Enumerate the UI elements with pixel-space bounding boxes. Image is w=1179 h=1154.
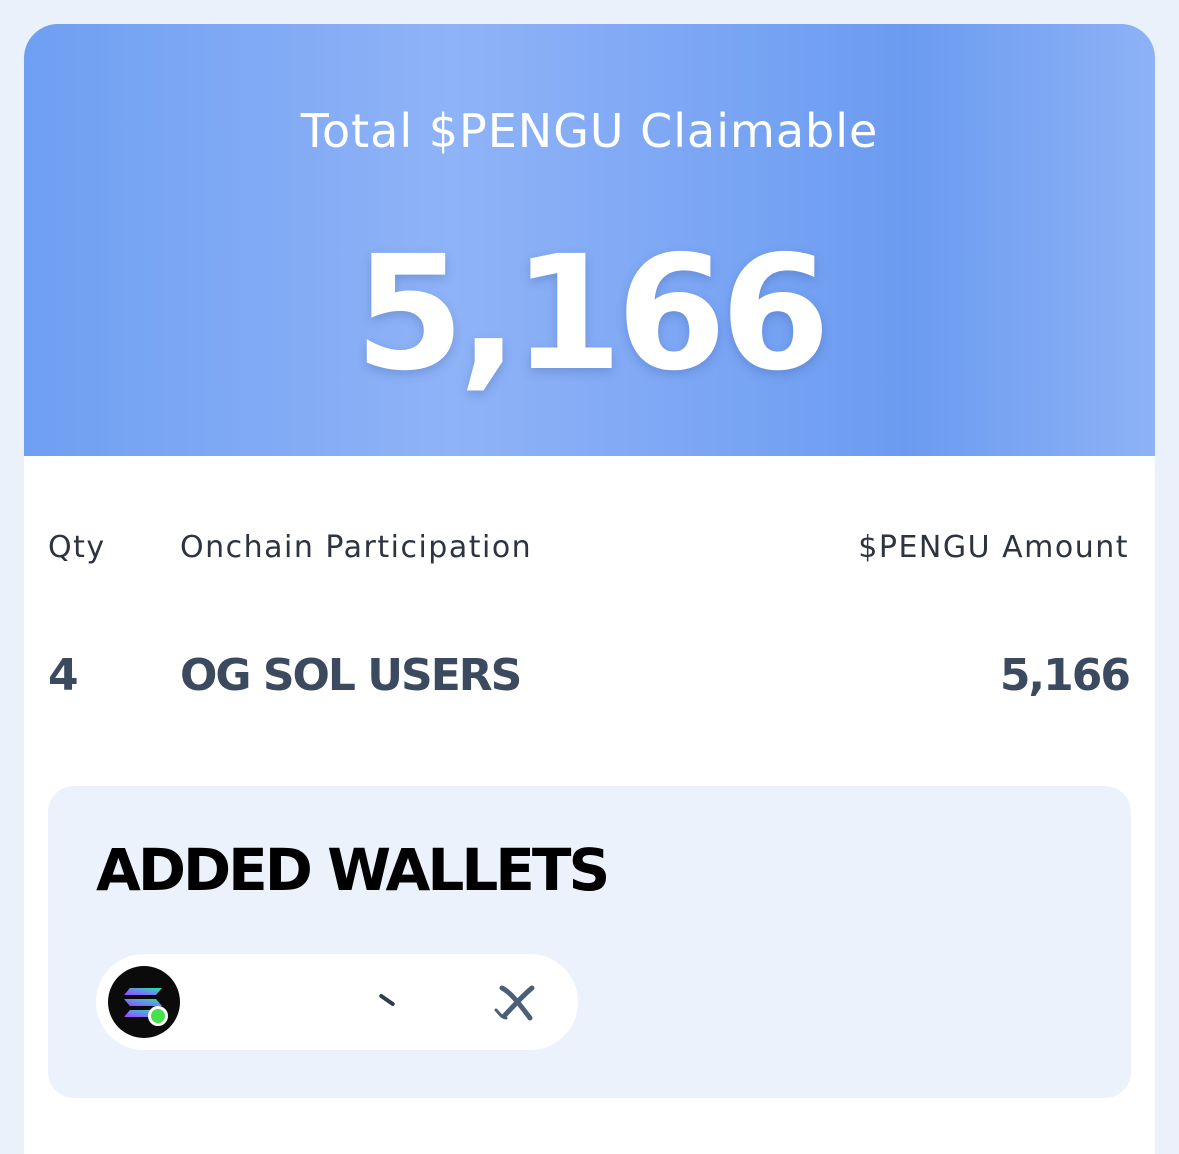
claimable-title: Total $PENGU Claimable bbox=[300, 104, 879, 158]
solana-icon bbox=[108, 966, 180, 1038]
claimable-amount: 5,166 bbox=[354, 222, 831, 406]
claim-hero: Total $PENGU Claimable 5,166 bbox=[24, 24, 1155, 456]
row-participation: OG SOL USERS bbox=[180, 650, 522, 701]
disconnect-glyph-icon bbox=[494, 985, 535, 1021]
header-qty: Qty bbox=[48, 530, 106, 565]
row-amount: 5,166 bbox=[999, 650, 1131, 701]
row-qty: 4 bbox=[48, 650, 79, 701]
wallet-address bbox=[206, 982, 456, 1022]
disconnect-icon[interactable] bbox=[492, 980, 538, 1024]
added-wallets-panel: ADDED WALLETS bbox=[48, 786, 1131, 1098]
header-pengu-amount: $PENGU Amount bbox=[858, 530, 1129, 565]
wallet-chip[interactable] bbox=[96, 954, 578, 1050]
added-wallets-title: ADDED WALLETS bbox=[96, 836, 610, 904]
connected-status-dot bbox=[148, 1006, 168, 1026]
solana-logo-icon bbox=[124, 988, 162, 1017]
claim-card: Total $PENGU Claimable 5,166 Qty Onchain… bbox=[24, 24, 1155, 1154]
header-onchain-participation: Onchain Participation bbox=[180, 530, 533, 565]
